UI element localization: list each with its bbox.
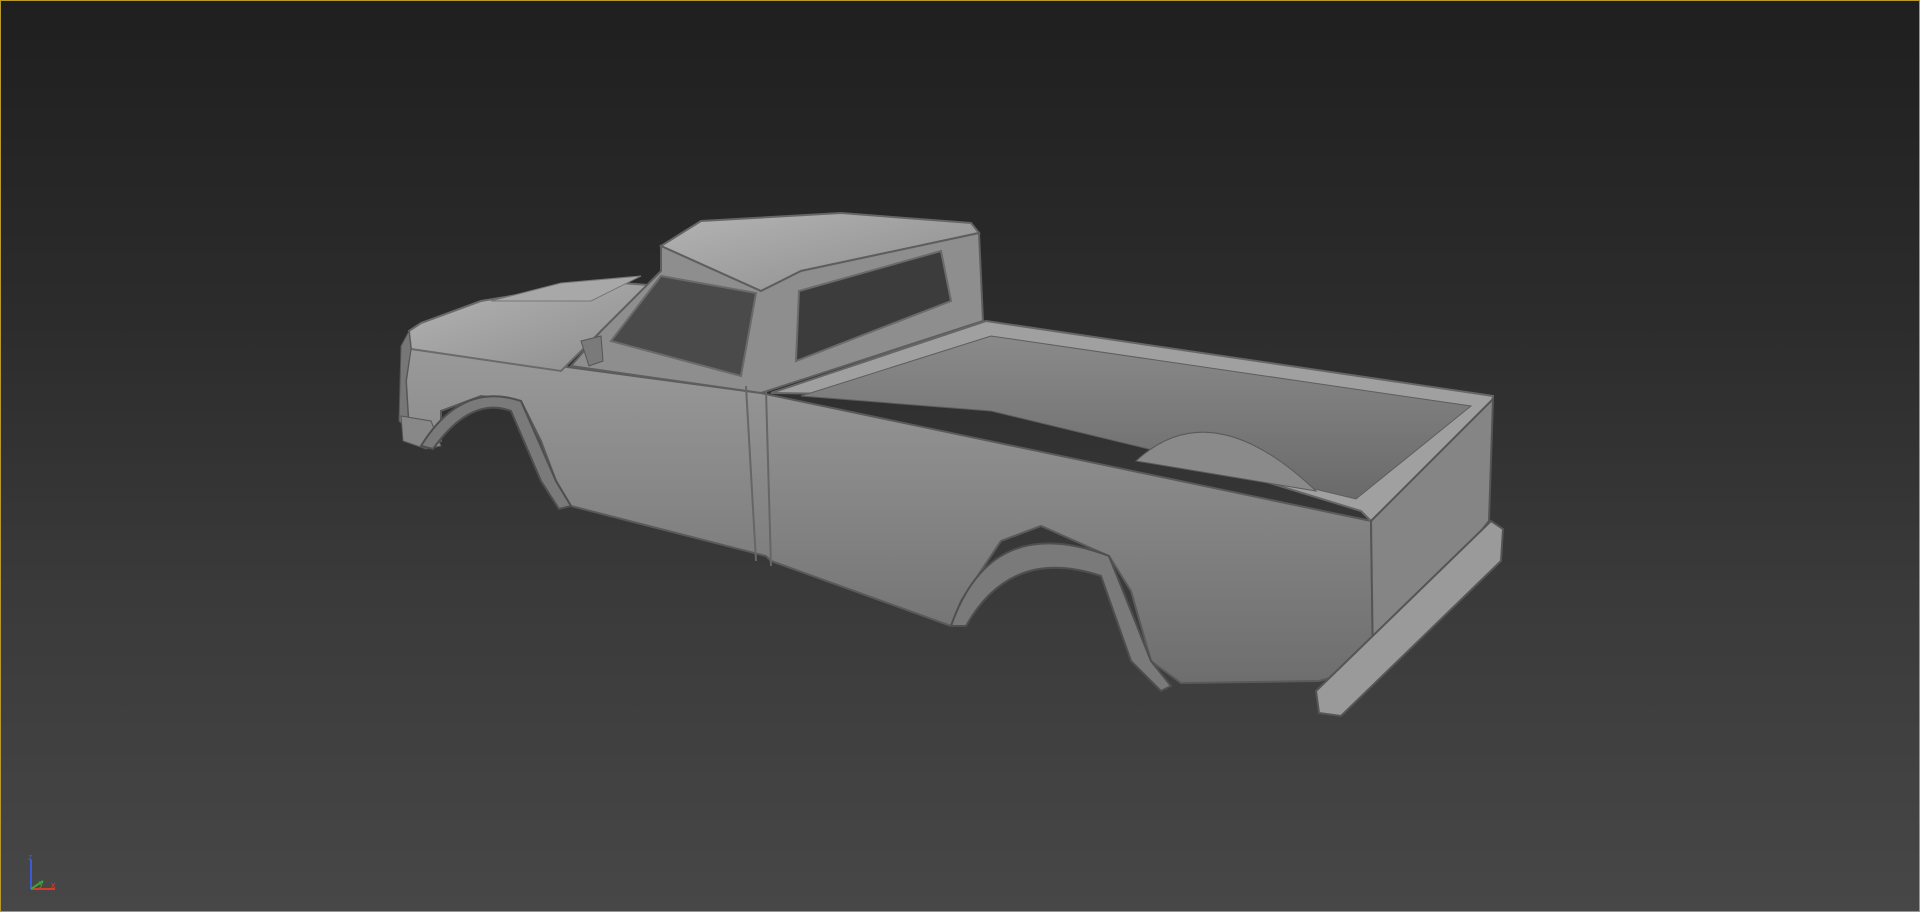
axis-z-label: z <box>28 852 33 862</box>
axis-y-label: y <box>39 878 44 888</box>
viewport[interactable]: JEEP z x y <box>0 0 1920 912</box>
truck-model[interactable]: JEEP <box>1 1 1920 912</box>
axis-gizmo: z x y <box>21 853 61 893</box>
axis-x-label: x <box>51 880 56 890</box>
